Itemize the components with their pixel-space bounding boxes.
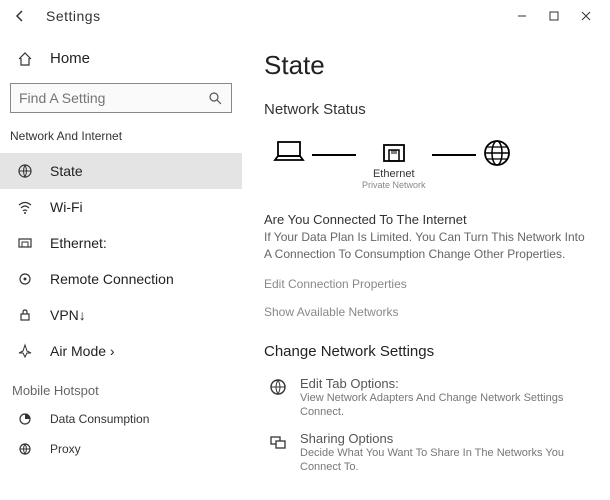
dialup-icon — [14, 271, 36, 287]
main-panel: State Network Status Ethernet Private Ne… — [242, 32, 610, 500]
sidebar-item-label: State — [50, 163, 83, 179]
sidebar-item-label: Data Consumption — [50, 412, 149, 426]
connected-title: Are You Connected To The Internet — [264, 212, 588, 227]
laptop-icon — [272, 138, 306, 168]
sidebar-item-label: Remote Connection — [50, 271, 174, 287]
diagram-mid-label: Ethernet — [373, 168, 415, 180]
sharing-icon — [264, 431, 292, 475]
diagram-computer — [272, 138, 306, 192]
diagram-ethernet: Ethernet Private Network — [362, 140, 426, 190]
diagram-link — [312, 154, 356, 156]
adapter-icon — [264, 376, 292, 420]
option-desc: View Network Adapters And Change Network… — [300, 391, 588, 420]
back-button[interactable] — [8, 4, 32, 28]
proxy-icon — [14, 442, 36, 456]
sidebar-item-label: Wi-Fi — [50, 199, 83, 215]
titlebar: Settings — [0, 0, 610, 32]
sidebar: Home Network And Internet State Wi-Fi Et… — [0, 32, 242, 500]
sidebar-item-ethernet[interactable]: Ethernet: — [0, 225, 242, 261]
ethernet-icon — [14, 235, 36, 251]
option-desc: Decide What You Want To Share In The Net… — [300, 446, 588, 475]
wifi-icon — [14, 199, 36, 215]
sidebar-home-label: Home — [50, 50, 90, 67]
globe-icon — [482, 138, 512, 168]
data-usage-icon — [14, 412, 36, 426]
home-icon — [14, 51, 36, 67]
sidebar-item-label: VPN↓ — [50, 307, 86, 323]
option-adapter[interactable]: Edit Tab Options: View Network Adapters … — [264, 370, 588, 426]
connected-desc: If Your Data Plan Is Limited. You Can Tu… — [264, 229, 588, 263]
diagram-globe — [482, 138, 512, 192]
option-sharing[interactable]: Sharing Options Decide What You Want To … — [264, 425, 588, 481]
diagram-link — [432, 154, 476, 156]
sidebar-item-label: Air Mode › — [50, 343, 115, 359]
vpn-icon — [14, 307, 36, 323]
sidebar-home[interactable]: Home — [0, 42, 242, 75]
window-title: Settings — [46, 8, 101, 24]
change-settings-heading: Change Network Settings — [264, 343, 588, 360]
sidebar-item-label: Proxy — [50, 442, 81, 456]
ethernet-port-icon — [381, 140, 407, 166]
edit-connection-link[interactable]: Edit Connection Properties — [264, 277, 588, 291]
sidebar-item-airplane[interactable]: Air Mode › — [0, 333, 242, 369]
search-icon — [207, 91, 223, 105]
search-input[interactable] — [19, 90, 207, 106]
close-button[interactable] — [570, 4, 602, 28]
sidebar-item-datausage[interactable]: Data Consumption — [0, 404, 242, 434]
diagram-mid-sub: Private Network — [362, 180, 426, 190]
minimize-button[interactable] — [506, 4, 538, 28]
sidebar-section-label: Network And Internet — [0, 123, 242, 153]
sidebar-item-remote[interactable]: Remote Connection — [0, 261, 242, 297]
sidebar-item-label: Ethernet: — [50, 235, 107, 251]
sidebar-item-proxy[interactable]: Proxy — [0, 434, 242, 464]
sidebar-subsection-label: Mobile Hotspot — [0, 369, 242, 404]
show-networks-link[interactable]: Show Available Networks — [264, 305, 588, 319]
sidebar-item-vpn[interactable]: VPN↓ — [0, 297, 242, 333]
status-heading: Network Status — [264, 101, 588, 118]
option-title: Edit Tab Options: — [300, 376, 588, 391]
search-box[interactable] — [10, 83, 232, 113]
sidebar-item-state[interactable]: State — [0, 153, 242, 189]
network-diagram: Ethernet Private Network — [264, 132, 588, 196]
page-heading: State — [264, 50, 588, 81]
option-title: Sharing Options — [300, 431, 588, 446]
window-controls — [506, 4, 602, 28]
maximize-button[interactable] — [538, 4, 570, 28]
airplane-icon — [14, 343, 36, 359]
status-icon — [14, 163, 36, 179]
sidebar-item-wifi[interactable]: Wi-Fi — [0, 189, 242, 225]
